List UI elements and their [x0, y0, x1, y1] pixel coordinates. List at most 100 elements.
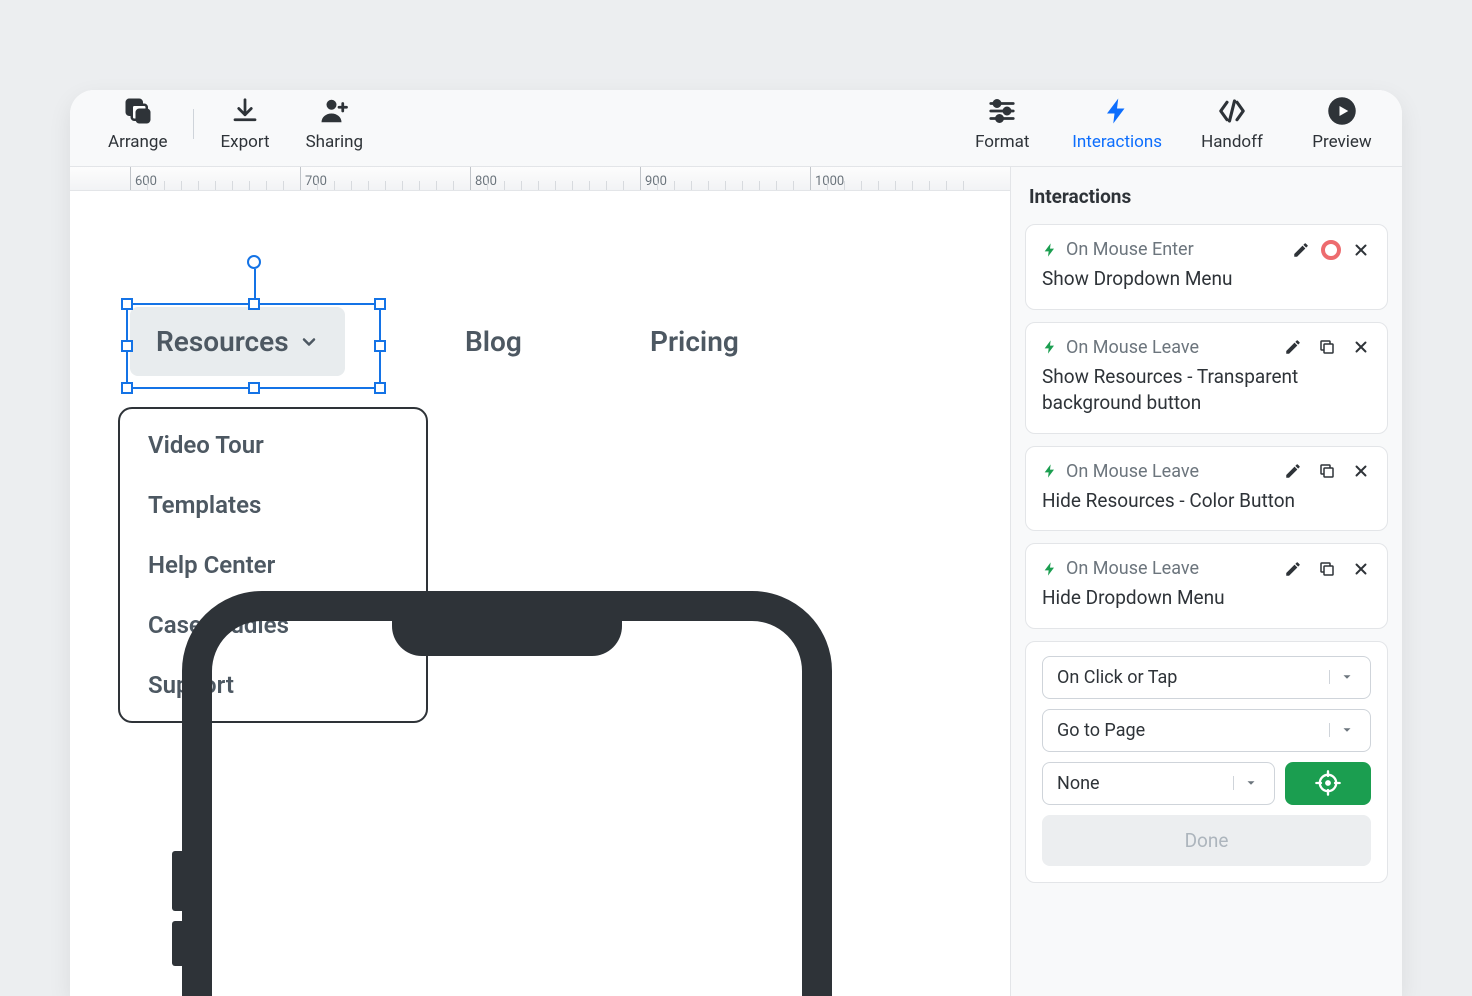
design-canvas[interactable]: Resources Blog Pricing	[70, 191, 1010, 996]
ruler-tick-minor	[776, 181, 777, 191]
sharing-label: Sharing	[306, 132, 364, 152]
ruler-tick-minor	[725, 181, 726, 191]
chevron-down-icon	[1233, 776, 1268, 790]
nav-pricing-label: Pricing	[650, 325, 739, 358]
pick-target-button[interactable]	[1285, 762, 1371, 805]
ruler-tick-major: 700	[300, 167, 327, 190]
interactions-label: Interactions	[1072, 132, 1162, 152]
ruler-tick-minor	[895, 181, 896, 191]
nav-pricing-link[interactable]: Pricing	[650, 325, 739, 358]
resize-handle-tr[interactable]	[374, 298, 386, 310]
duplicate-interaction-button[interactable]	[1317, 461, 1337, 481]
rotate-handle[interactable]	[247, 255, 261, 269]
app-window: Arrange Export Sharing Format Interactio…	[70, 90, 1402, 996]
ruler-tick-minor	[827, 181, 828, 191]
preview-label: Preview	[1312, 132, 1371, 152]
chevron-down-icon	[1329, 723, 1364, 737]
delete-interaction-button[interactable]	[1351, 337, 1371, 357]
interaction-card[interactable]: On Mouse Leave Hide Dropdown Menu	[1025, 543, 1388, 629]
ruler-tick-minor	[249, 181, 250, 191]
new-interaction-card: On Click or Tap Go to Page	[1025, 641, 1388, 883]
export-label: Export	[220, 132, 269, 152]
ruler-tick-minor	[351, 181, 352, 191]
ruler-tick-minor	[215, 181, 216, 191]
ruler-tick-minor	[912, 181, 913, 191]
trigger-select-value: On Click or Tap	[1057, 667, 1177, 688]
nav-resources-button[interactable]: Resources	[130, 307, 345, 376]
sharing-button[interactable]: Sharing	[288, 96, 382, 152]
canvas-wrap: 6007008009001000 Resources Blog Pricing	[70, 167, 1010, 996]
ruler-tick-minor	[623, 181, 624, 191]
export-button[interactable]: Export	[202, 96, 287, 152]
ruler-tick-minor	[538, 181, 539, 191]
delete-interaction-button[interactable]	[1351, 461, 1371, 481]
interactions-button[interactable]: Interactions	[1072, 96, 1162, 152]
handoff-button[interactable]: Handoff	[1192, 96, 1272, 152]
ruler-tick-minor	[402, 181, 403, 191]
action-select-value: Go to Page	[1057, 720, 1145, 741]
ruler-tick-minor	[521, 181, 522, 191]
ruler-tick-minor	[232, 181, 233, 191]
ruler-tick-minor	[674, 181, 675, 191]
arrange-label: Arrange	[108, 132, 167, 152]
resize-handle-br[interactable]	[374, 382, 386, 394]
interaction-description: Hide Resources - Color Button	[1042, 488, 1371, 515]
ruler-tick-minor	[742, 181, 743, 191]
ruler-tick-minor	[844, 181, 845, 191]
done-button[interactable]: Done	[1042, 815, 1371, 866]
ruler-tick-minor	[487, 181, 488, 191]
ruler: 6007008009001000	[70, 167, 1010, 191]
toolbar-separator	[193, 109, 194, 139]
bolt-icon	[1042, 561, 1058, 577]
bolt-icon	[1042, 339, 1058, 355]
duplicate-interaction-button[interactable]	[1321, 240, 1341, 260]
ruler-tick-minor	[181, 181, 182, 191]
interaction-card[interactable]: On Mouse Enter Show Dropdown Menu	[1025, 224, 1388, 310]
ruler-tick-minor	[589, 181, 590, 191]
resize-handle-mr[interactable]	[374, 340, 386, 352]
interaction-card[interactable]: On Mouse Leave Show Resources - Transpar…	[1025, 322, 1388, 434]
interaction-card[interactable]: On Mouse Leave Hide Resources - Color Bu…	[1025, 446, 1388, 532]
ruler-tick-minor	[691, 181, 692, 191]
edit-interaction-button[interactable]	[1291, 240, 1311, 260]
action-select[interactable]: Go to Page	[1042, 709, 1371, 752]
delete-interaction-button[interactable]	[1351, 559, 1371, 579]
edit-interaction-button[interactable]	[1283, 559, 1303, 579]
toolbar: Arrange Export Sharing Format Interactio…	[70, 90, 1402, 167]
ruler-tick-minor	[147, 181, 148, 191]
phone-mockup[interactable]	[182, 591, 832, 996]
format-button[interactable]: Format	[962, 96, 1042, 152]
ruler-tick-major: 600	[130, 167, 157, 190]
phone-side-button	[172, 851, 182, 911]
ruler-tick-major: 900	[640, 167, 667, 190]
edit-interaction-button[interactable]	[1283, 337, 1303, 357]
ruler-tick-minor	[946, 181, 947, 191]
arrange-button[interactable]: Arrange	[90, 96, 185, 152]
chevron-down-icon	[1329, 670, 1364, 684]
delete-interaction-button[interactable]	[1351, 240, 1371, 260]
ruler-tick-minor	[759, 181, 760, 191]
resize-handle-tl[interactable]	[121, 298, 133, 310]
dropdown-item[interactable]: Help Center	[148, 551, 398, 579]
trigger-select[interactable]: On Click or Tap	[1042, 656, 1371, 699]
ruler-tick-minor	[283, 181, 284, 191]
ruler-tick-minor	[368, 181, 369, 191]
resize-handle-bl[interactable]	[121, 382, 133, 394]
resize-handle-bm[interactable]	[248, 382, 260, 394]
edit-interaction-button[interactable]	[1283, 461, 1303, 481]
bolt-icon	[1042, 463, 1058, 479]
ruler-tick-major: 800	[470, 167, 497, 190]
ruler-tick-minor	[385, 181, 386, 191]
ruler-tick-minor	[929, 181, 930, 191]
duplicate-interaction-button[interactable]	[1317, 559, 1337, 579]
nav-blog-link[interactable]: Blog	[465, 325, 522, 358]
target-select[interactable]: None	[1042, 762, 1275, 805]
preview-button[interactable]: Preview	[1302, 96, 1382, 152]
target-select-value: None	[1057, 773, 1100, 794]
ruler-tick-minor	[708, 181, 709, 191]
ruler-tick-minor	[164, 181, 165, 191]
duplicate-interaction-button[interactable]	[1317, 337, 1337, 357]
format-label: Format	[975, 132, 1029, 152]
dropdown-item[interactable]: Templates	[148, 491, 398, 519]
dropdown-item[interactable]: Video Tour	[148, 431, 398, 459]
